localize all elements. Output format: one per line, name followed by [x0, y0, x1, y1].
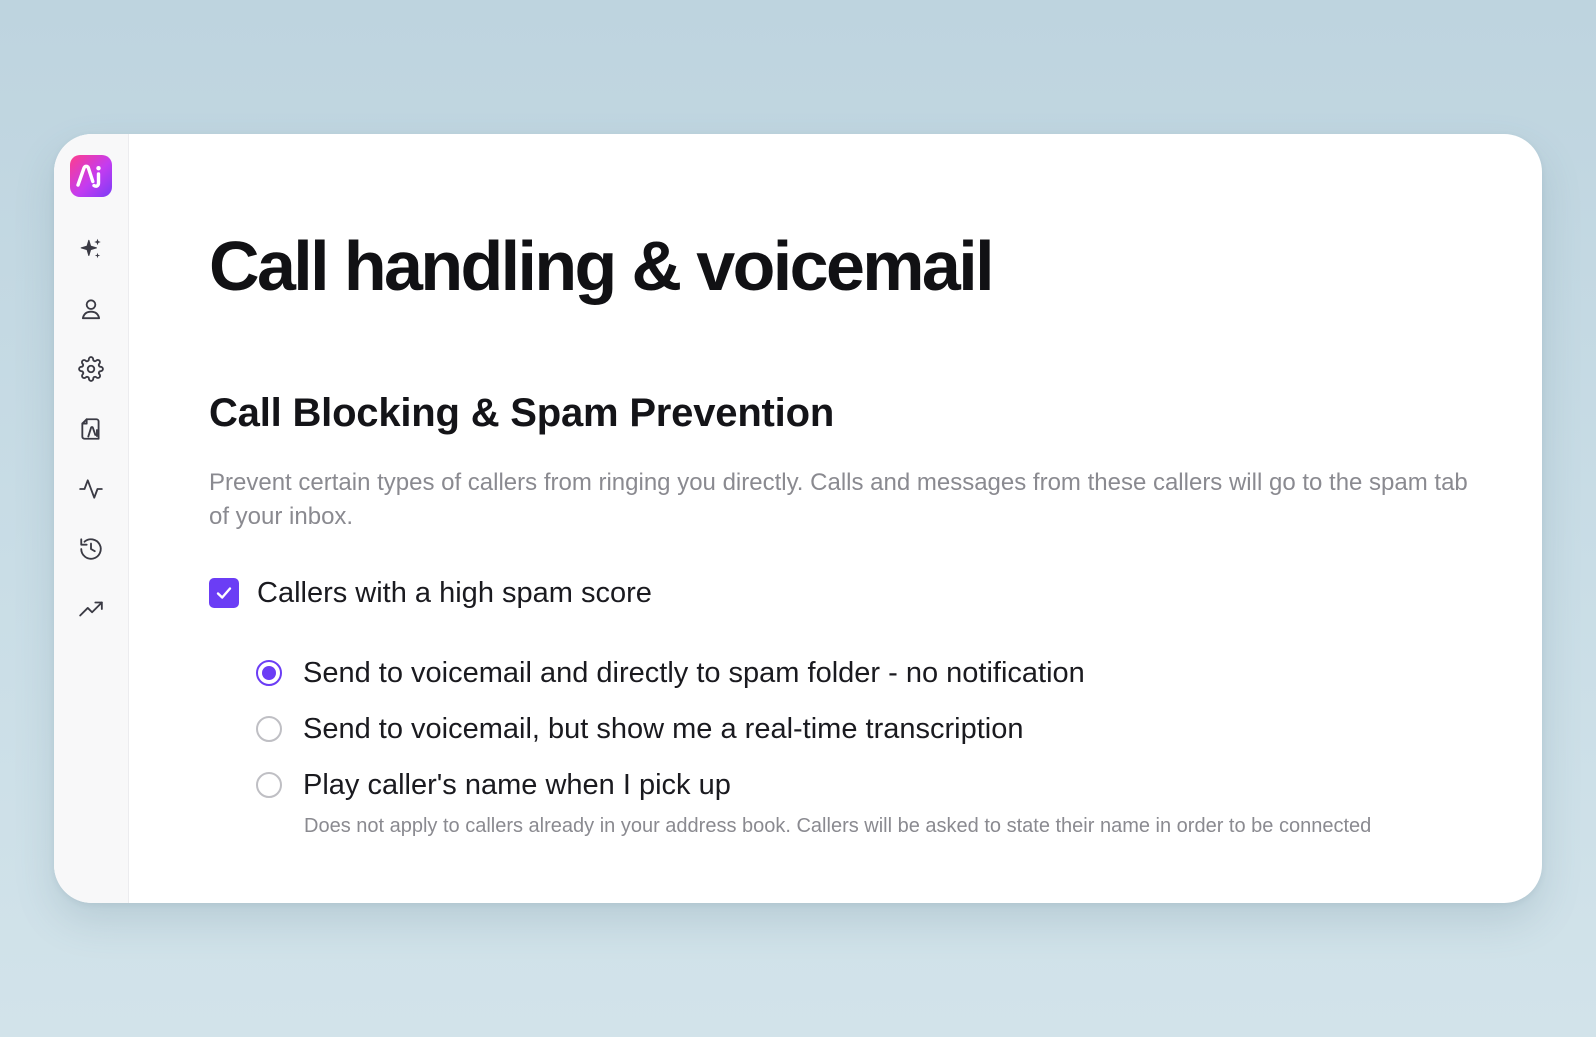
option-voicemail-transcription[interactable]: Send to voicemail, but show me a real-ti… [256, 709, 1542, 749]
app-logo[interactable] [70, 155, 112, 197]
history-icon [80, 538, 102, 560]
sidebar-item-analytics[interactable] [71, 589, 111, 629]
radio-voicemail-transcription[interactable] [256, 716, 282, 742]
logo-mark-icon [76, 164, 101, 188]
user-icon [81, 299, 101, 320]
app-window: Call handling & voicemail Call Blocking … [54, 134, 1542, 903]
main-content: Call handling & voicemail Call Blocking … [129, 134, 1542, 903]
sidebar-item-profile[interactable] [71, 289, 111, 329]
sidebar-item-history[interactable] [71, 529, 111, 569]
radio-selected-dot [262, 666, 276, 680]
section-description: Prevent certain types of callers from ri… [209, 469, 1468, 530]
page-title: Call handling & voicemail [209, 227, 995, 305]
checkmark-icon [216, 587, 232, 599]
option-play-caller-name[interactable]: Play caller's name when I pick up [256, 765, 1542, 805]
spam-handling-options: Send to voicemail and directly to spam f… [256, 653, 1542, 839]
sidebar-nav [71, 229, 111, 649]
contacts-icon [81, 418, 100, 440]
gear-icon [78, 356, 104, 382]
sidebar [54, 134, 129, 903]
section-title: Call Blocking & Spam Prevention [209, 391, 835, 435]
spam-score-checkbox-label[interactable]: Callers with a high spam score [257, 576, 652, 610]
option-voicemail-spam-folder[interactable]: Send to voicemail and directly to spam f… [256, 653, 1542, 693]
trending-up-icon [79, 601, 103, 617]
option-label[interactable]: Send to voicemail, but show me a real-ti… [303, 712, 1023, 746]
sidebar-item-contacts[interactable] [71, 409, 111, 449]
spam-score-checkbox[interactable] [209, 578, 239, 608]
option-label[interactable]: Play caller's name when I pick up [303, 768, 731, 802]
radio-play-caller-name[interactable] [256, 772, 282, 798]
radio-voicemail-spam-folder[interactable] [256, 660, 282, 686]
activity-icon [79, 479, 103, 499]
sidebar-item-activity[interactable] [71, 469, 111, 509]
spam-score-checkbox-row[interactable]: Callers with a high spam score [209, 576, 1542, 610]
option-label[interactable]: Send to voicemail and directly to spam f… [303, 656, 1085, 690]
sidebar-item-settings[interactable] [71, 349, 111, 389]
sparkles-icon [80, 238, 101, 259]
option-help-text: Does not apply to callers already in you… [304, 815, 1372, 837]
sidebar-item-ai[interactable] [71, 229, 111, 269]
